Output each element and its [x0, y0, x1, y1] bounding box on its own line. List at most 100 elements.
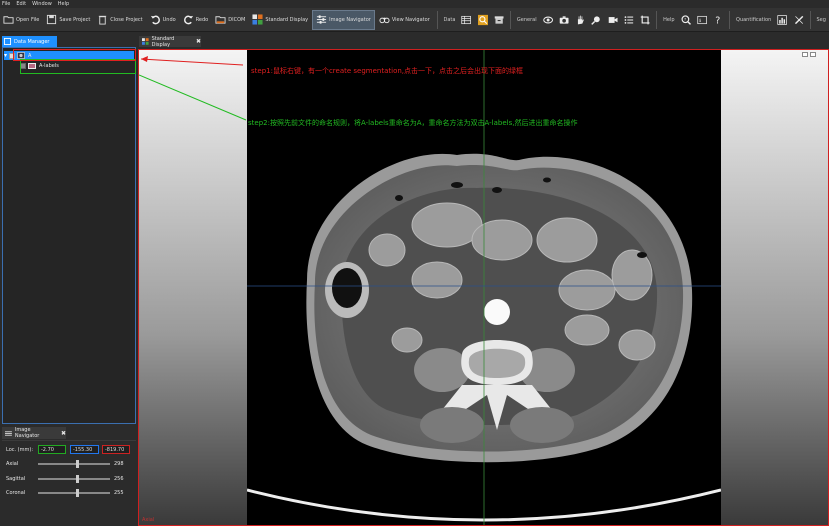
- sagittal-value: 256: [114, 476, 124, 482]
- list-icon[interactable]: [624, 13, 634, 27]
- image-navigator-button[interactable]: Image Navigator: [312, 9, 375, 30]
- close-icon[interactable]: ✖: [196, 38, 201, 45]
- table-icon[interactable]: [461, 13, 472, 27]
- svg-text:ℹ: ℹ: [698, 18, 701, 24]
- zoom-icon[interactable]: [591, 13, 601, 27]
- render-window[interactable]: step1:鼠标右键，有一个create segmentation,点击一下，点…: [138, 49, 829, 526]
- dicom-folder-icon: [215, 16, 226, 24]
- axial-value: 298: [114, 461, 124, 467]
- standard-display-tab-label: Standard Display: [151, 35, 175, 48]
- redo-label: Redo: [195, 16, 209, 23]
- toolbar-separator: [729, 10, 731, 29]
- general-group-label: General: [516, 16, 537, 23]
- data-manager-tab-label: Data Manager: [14, 38, 50, 45]
- view-navigator-button[interactable]: View Navigator: [376, 10, 433, 30]
- step2-annotation: step2:按照先前文件的命名规则，将A-labels重命名为A，重命名方法为双…: [248, 119, 578, 127]
- redo-button[interactable]: Redo: [180, 10, 212, 30]
- toolbar-separator: [436, 10, 438, 29]
- measurement-icon[interactable]: [794, 13, 804, 27]
- sagittal-slider-knob[interactable]: [76, 475, 80, 483]
- gradient-background-left: [139, 50, 247, 525]
- camera-icon[interactable]: [559, 13, 569, 27]
- maximize-icon[interactable]: [802, 52, 808, 57]
- loc-x-value: -2.70: [41, 446, 54, 453]
- menu-file[interactable]: File: [2, 1, 10, 7]
- open-file-label: Open File: [16, 16, 40, 23]
- save-icon: [47, 14, 57, 25]
- close-icon[interactable]: ✖: [61, 430, 66, 437]
- undo-button[interactable]: Undo: [147, 10, 179, 30]
- main-toolbar: Open File Save Project Close Project Und…: [0, 8, 829, 32]
- layout-icon[interactable]: [810, 52, 816, 57]
- info-screen-icon[interactable]: ℹ: [697, 13, 707, 27]
- close-project-label: Close Project: [110, 16, 143, 23]
- dicom-button[interactable]: DICOM: [212, 10, 248, 30]
- video-icon[interactable]: [608, 13, 618, 27]
- red-highlight-box: [13, 49, 136, 61]
- axial-slider-knob[interactable]: [76, 460, 80, 468]
- eye-icon[interactable]: [542, 13, 553, 27]
- crop-icon[interactable]: [640, 13, 650, 27]
- menu-edit[interactable]: Edit: [16, 1, 26, 7]
- save-project-label: Save Project: [59, 16, 91, 23]
- axial-corner-label: Axial: [142, 517, 155, 523]
- help-group-label: Help: [663, 16, 675, 23]
- binoculars-icon: [379, 17, 390, 24]
- loc-y-value: -155.30: [73, 446, 93, 453]
- display-grid-icon: [252, 14, 263, 25]
- standard-display-label: Standard Display: [265, 16, 309, 23]
- axial-label: Axial: [6, 461, 19, 467]
- loc-y-input[interactable]: -155.30: [70, 445, 99, 454]
- search-data-icon[interactable]: [477, 13, 488, 27]
- trash-icon: [99, 15, 107, 25]
- gradient-background-right: [721, 50, 828, 525]
- loc-label: Loc. (mm):: [6, 447, 34, 453]
- open-file-button[interactable]: Open File: [0, 10, 42, 30]
- coronal-slider-row: Coronal 255: [6, 488, 130, 498]
- close-project-button[interactable]: Close Project: [94, 10, 145, 30]
- expand-arrow-icon[interactable]: ▾: [4, 52, 7, 59]
- coronal-slider-knob[interactable]: [76, 489, 80, 497]
- data-manager-icon: [4, 38, 11, 45]
- svg-text:?: ?: [715, 15, 720, 26]
- axial-slider[interactable]: [38, 460, 110, 468]
- sliders-icon: [317, 15, 327, 24]
- bar-chart-icon[interactable]: [777, 13, 788, 27]
- segmentation-group-label: Seg: [816, 16, 826, 23]
- archive-icon[interactable]: [494, 13, 504, 27]
- redo-icon: [183, 15, 193, 25]
- folder-icon: [3, 16, 14, 24]
- toolbar-separator: [656, 10, 658, 29]
- coronal-label: Coronal: [6, 490, 26, 496]
- magnifier-help-icon[interactable]: ?: [681, 13, 691, 27]
- save-project-button[interactable]: Save Project: [43, 10, 93, 30]
- loc-z-input[interactable]: -819.70: [102, 445, 130, 454]
- view-navigator-label: View Navigator: [391, 16, 430, 23]
- standard-display-button[interactable]: Standard Display: [249, 10, 311, 30]
- undo-icon: [150, 15, 160, 25]
- image-navigator-tab[interactable]: Image Navigator ✖: [2, 427, 66, 439]
- menu-window[interactable]: Window: [32, 1, 52, 7]
- svg-text:?: ?: [684, 17, 686, 21]
- hand-icon[interactable]: [575, 13, 585, 27]
- sagittal-slider-row: Sagittal 256: [6, 474, 130, 484]
- coronal-value: 255: [114, 490, 124, 496]
- sagittal-slider[interactable]: [38, 475, 110, 483]
- green-highlight-box: [20, 59, 136, 74]
- standard-display-tab[interactable]: Standard Display ✖: [139, 35, 201, 48]
- loc-z-value: -819.70: [105, 446, 125, 453]
- data-manager-tab[interactable]: Data Manager: [2, 36, 57, 47]
- menu-help[interactable]: Help: [58, 1, 69, 7]
- toolbar-separator: [510, 10, 511, 29]
- image-navigator-tab-label: Image Navigator: [14, 427, 40, 439]
- question-icon[interactable]: ?: [713, 13, 723, 27]
- data-group-label: Data: [443, 16, 456, 23]
- undo-label: Undo: [162, 16, 176, 23]
- loc-x-input[interactable]: -2.70: [38, 445, 66, 454]
- coronal-slider[interactable]: [38, 489, 110, 497]
- dicom-label: DICOM: [228, 16, 246, 23]
- sliders-small-icon: [5, 430, 12, 436]
- step1-annotation: step1:鼠标右键，有一个create segmentation,点击一下，点…: [251, 67, 524, 75]
- sagittal-label: Sagittal: [6, 476, 26, 482]
- menu-bar: File Edit Window Help: [0, 0, 829, 8]
